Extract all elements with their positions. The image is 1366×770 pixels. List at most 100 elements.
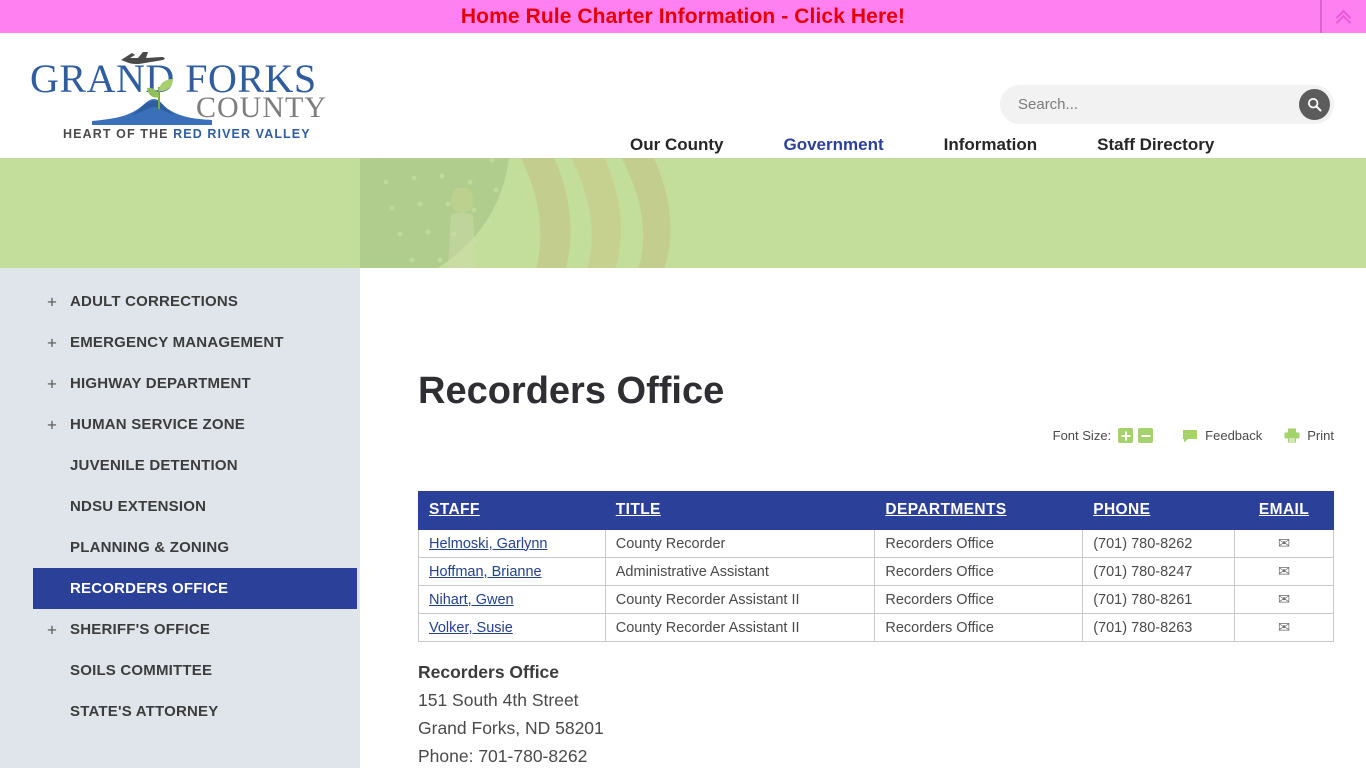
expand-plus-icon[interactable]: + [47,621,57,638]
search-input[interactable] [1018,85,1288,124]
cell-title: County Recorder Assistant II [604,613,876,642]
envelope-icon[interactable]: ✉ [1278,564,1290,580]
envelope-icon[interactable]: ✉ [1278,536,1290,552]
sidebar-item-planning-zoning[interactable]: PLANNING & ZONING [0,527,360,568]
sidebar-item-sheriffs-office[interactable]: + SHERIFF'S OFFICE [0,609,360,650]
sidebar-item-highway-department[interactable]: + HIGHWAY DEPARTMENT [0,363,360,404]
print-label: Print [1307,428,1334,443]
cell-email[interactable]: ✉ [1234,613,1334,642]
cell-email[interactable]: ✉ [1234,585,1334,614]
envelope-icon[interactable]: ✉ [1278,592,1290,608]
column-header-title[interactable]: TITLE [604,491,876,530]
cell-department: Recorders Office [874,529,1084,558]
cell-staff: Nihart, Gwen [418,585,606,614]
sidebar-item-emergency-management[interactable]: + EMERGENCY MANAGEMENT [0,322,360,363]
print-link[interactable]: Print [1284,428,1334,443]
font-size-label: Font Size: [1052,428,1112,443]
logo-line-2: COUNTY [196,91,327,124]
site-logo[interactable]: GRAND FORKS COUNTY HEART OF THE RED RIVE… [30,47,330,147]
sidebar-item-label: EMERGENCY MANAGEMENT [70,334,284,351]
sidebar-item-adult-corrections[interactable]: + ADULT CORRECTIONS [0,281,360,322]
cell-title: Administrative Assistant [604,557,876,586]
cell-email[interactable]: ✉ [1234,557,1334,586]
page-utility-bar: Font Size: Feedback Print [1053,428,1334,443]
search-icon [1307,97,1322,112]
alert-bar: Home Rule Charter Information - Click He… [0,0,1366,33]
sidebar-item-label: NDSU EXTENSION [70,498,207,515]
cell-department: Recorders Office [874,557,1084,586]
staff-link[interactable]: Volker, Susie [429,620,513,636]
page-banner [0,158,1366,268]
sidebar-item-label: PLANNING & ZONING [70,539,230,556]
logo-tagline: HEART OF THE RED RIVER VALLEY [63,128,311,141]
search-box[interactable] [1000,85,1334,124]
cell-department: Recorders Office [874,585,1084,614]
cell-title: County Recorder Assistant II [604,585,876,614]
cell-staff: Helmoski, Garlynn [418,529,606,558]
table-row: Volker, Susie County Recorder Assistant … [418,613,1334,642]
sidebar-item-label: SHERIFF'S OFFICE [70,621,211,638]
table-row: Helmoski, Garlynn County Recorder Record… [418,529,1334,558]
sprout-icon [147,79,173,109]
banner-overlay [0,158,1366,268]
sidebar-item-label: JUVENILE DETENTION [70,457,238,474]
feedback-label: Feedback [1205,428,1263,443]
logo-tagline-prefix: HEART OF THE [63,127,174,141]
sidebar-item-human-service-zone[interactable]: + HUMAN SERVICE ZONE [0,404,360,445]
column-header-email[interactable]: EMAIL [1234,491,1334,530]
sidebar-item-label: RECORDERS OFFICE [70,580,229,597]
site-header: GRAND FORKS COUNTY HEART OF THE RED RIVE… [0,33,1366,175]
sidebar-item-recorders-office[interactable]: RECORDERS OFFICE [33,568,357,609]
staff-link[interactable]: Hoffman, Brianne [429,564,542,580]
table-row: Hoffman, Brianne Administrative Assistan… [418,557,1334,586]
alert-link[interactable]: Home Rule Charter Information - Click He… [461,6,905,27]
office-name: Recorders Office [418,662,560,682]
feedback-link[interactable]: Feedback [1182,428,1262,443]
envelope-icon[interactable]: ✉ [1278,620,1290,636]
printer-icon [1284,428,1300,443]
office-city-state-zip: Grand Forks, ND 58201 [418,718,604,738]
cell-phone: (701) 780-8247 [1082,557,1236,586]
main-content: Recorders Office Font Size: Feedback Pri… [360,268,1366,768]
expand-plus-icon[interactable]: + [47,416,57,433]
sidebar-item-label: ADULT CORRECTIONS [70,293,239,310]
sidebar-item-soils-committee[interactable]: SOILS COMMITTEE [0,650,360,691]
sidebar-item-label: STATE'S ATTORNEY [70,703,219,720]
sidebar-item-label: SOILS COMMITTEE [70,662,213,679]
font-size-increase-button[interactable] [1118,428,1134,443]
column-header-phone[interactable]: PHONE [1082,491,1236,530]
table-row: Nihart, Gwen County Recorder Assistant I… [418,585,1334,614]
cell-phone: (701) 780-8261 [1082,585,1236,614]
logo-tagline-highlight: RED RIVER VALLEY [173,127,311,141]
sidebar-item-ndsu-extension[interactable]: NDSU EXTENSION [0,486,360,527]
cell-title: County Recorder [604,529,876,558]
table-header-row: STAFF TITLE DEPARTMENTS PHONE EMAIL [418,491,1334,530]
cell-staff: Volker, Susie [418,613,606,642]
expand-plus-icon[interactable]: + [47,293,57,310]
staff-link[interactable]: Nihart, Gwen [429,592,514,608]
office-address-block: Recorders Office 151 South 4th Street Gr… [418,658,604,770]
cell-email[interactable]: ✉ [1234,529,1334,558]
alert-collapse-button[interactable] [1320,0,1366,33]
page-title: Recorders Office [418,370,725,412]
sidebar-item-label: HUMAN SERVICE ZONE [70,416,246,433]
font-size-decrease-button[interactable] [1138,428,1154,443]
office-street: 151 South 4th Street [418,690,579,710]
cell-department: Recorders Office [874,613,1084,642]
sidebar-item-states-attorney[interactable]: STATE'S ATTORNEY [0,691,360,732]
sidebar-item-label: HIGHWAY DEPARTMENT [70,375,251,392]
speech-bubble-icon [1183,429,1198,442]
column-header-staff[interactable]: STAFF [418,491,606,530]
chevron-double-up-icon [1335,9,1352,30]
column-header-departments[interactable]: DEPARTMENTS [874,491,1084,530]
expand-plus-icon[interactable]: + [47,375,57,392]
search-button[interactable] [1299,89,1330,120]
staff-link[interactable]: Helmoski, Garlynn [429,536,547,552]
cell-phone: (701) 780-8263 [1082,613,1236,642]
office-phone: Phone: 701-780-8262 [418,746,588,766]
sidebar-item-juvenile-detention[interactable]: JUVENILE DETENTION [0,445,360,486]
staff-directory-table: STAFF TITLE DEPARTMENTS PHONE EMAIL Helm… [418,491,1334,642]
sidebar-nav: + ADULT CORRECTIONS + EMERGENCY MANAGEME… [0,268,360,768]
expand-plus-icon[interactable]: + [47,334,57,351]
cell-staff: Hoffman, Brianne [418,557,606,586]
